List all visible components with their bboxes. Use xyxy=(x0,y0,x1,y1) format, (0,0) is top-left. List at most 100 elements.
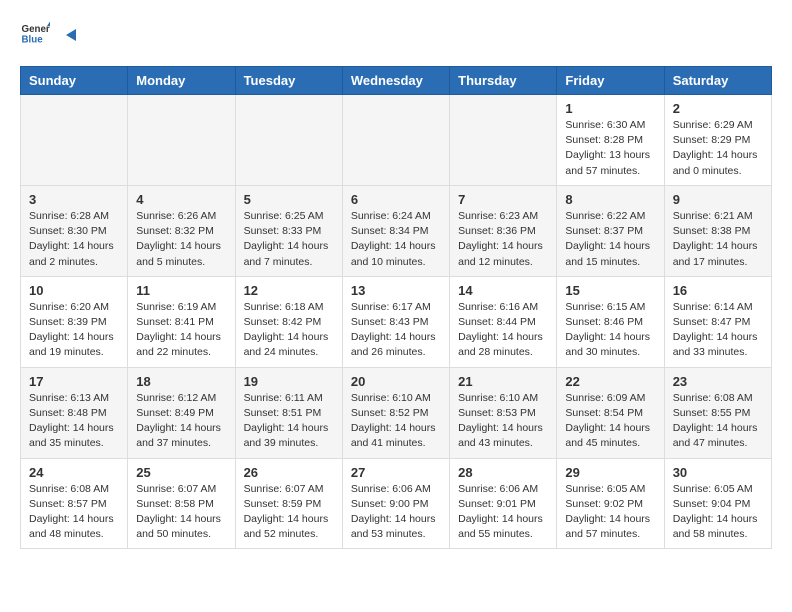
calendar-cell: 23 Sunrise: 6:08 AM Sunset: 8:55 PM Dayli… xyxy=(664,367,771,458)
calendar-cell: 6Sunrise: 6:24 AM Sunset: 8:34 PM Daylig… xyxy=(342,185,449,276)
day-number: 25 xyxy=(136,465,226,480)
day-number: 17 xyxy=(29,374,119,389)
day-info: Sunrise: 6:23 AM Sunset: 8:36 PM Dayligh… xyxy=(458,209,548,270)
logo: General Blue xyxy=(20,20,82,50)
day-info: Sunrise: 6:25 AM Sunset: 8:33 PM Dayligh… xyxy=(244,209,334,270)
calendar-cell: 22 Sunrise: 6:09 AM Sunset: 8:54 PM Dayli… xyxy=(557,367,664,458)
weekday-header-tuesday: Tuesday xyxy=(235,67,342,95)
day-info: Sunrise: 6:12 AM Sunset: 8:49 PM Dayligh… xyxy=(136,391,226,452)
day-info: Sunrise: 6:20 AM Sunset: 8:39 PM Dayligh… xyxy=(29,300,119,361)
day-number: 30 xyxy=(673,465,763,480)
calendar-cell xyxy=(235,95,342,186)
weekday-header-saturday: Saturday xyxy=(664,67,771,95)
day-number: 15 xyxy=(565,283,655,298)
day-number: 21 xyxy=(458,374,548,389)
day-info: Sunrise: 6:21 AM Sunset: 8:38 PM Dayligh… xyxy=(673,209,763,270)
calendar-cell: 17 Sunrise: 6:13 AM Sunset: 8:48 PM Dayli… xyxy=(21,367,128,458)
calendar-week-row: 17 Sunrise: 6:13 AM Sunset: 8:48 PM Dayli… xyxy=(21,367,772,458)
weekday-header-monday: Monday xyxy=(128,67,235,95)
day-info: Sunrise: 6:17 AM Sunset: 8:43 PM Dayligh… xyxy=(351,300,441,361)
day-info: Sunrise: 6:13 AM Sunset: 8:48 PM Dayligh… xyxy=(29,391,119,452)
calendar-cell: 9 Sunrise: 6:21 AM Sunset: 8:38 PM Daylig… xyxy=(664,185,771,276)
calendar-cell: 10 Sunrise: 6:20 AM Sunset: 8:39 PM Dayli… xyxy=(21,276,128,367)
day-info: Sunrise: 6:09 AM Sunset: 8:54 PM Dayligh… xyxy=(565,391,655,452)
day-number: 6 xyxy=(351,192,441,207)
day-number: 24 xyxy=(29,465,119,480)
day-info: Sunrise: 6:08 AM Sunset: 8:55 PM Dayligh… xyxy=(673,391,763,452)
calendar-cell: 19Sunrise: 6:11 AM Sunset: 8:51 PM Dayli… xyxy=(235,367,342,458)
day-info: Sunrise: 6:18 AM Sunset: 8:42 PM Dayligh… xyxy=(244,300,334,361)
calendar-week-row: 3 Sunrise: 6:28 AM Sunset: 8:30 PM Daylig… xyxy=(21,185,772,276)
day-number: 28 xyxy=(458,465,548,480)
calendar-cell: 18 Sunrise: 6:12 AM Sunset: 8:49 PM Dayli… xyxy=(128,367,235,458)
day-number: 27 xyxy=(351,465,441,480)
day-info: Sunrise: 6:26 AM Sunset: 8:32 PM Dayligh… xyxy=(136,209,226,270)
calendar-cell: 12 Sunrise: 6:18 AM Sunset: 8:42 PM Dayli… xyxy=(235,276,342,367)
calendar-cell: 20Sunrise: 6:10 AM Sunset: 8:52 PM Dayli… xyxy=(342,367,449,458)
day-number: 10 xyxy=(29,283,119,298)
calendar-cell xyxy=(128,95,235,186)
day-number: 18 xyxy=(136,374,226,389)
day-number: 23 xyxy=(673,374,763,389)
svg-text:General: General xyxy=(22,24,51,35)
weekday-header-thursday: Thursday xyxy=(450,67,557,95)
calendar-cell: 16 Sunrise: 6:14 AM Sunset: 8:47 PM Dayli… xyxy=(664,276,771,367)
day-info: Sunrise: 6:16 AM Sunset: 8:44 PM Dayligh… xyxy=(458,300,548,361)
day-info: Sunrise: 6:30 AM Sunset: 8:28 PM Dayligh… xyxy=(565,118,655,179)
calendar-week-row: 24Sunrise: 6:08 AM Sunset: 8:57 PM Dayli… xyxy=(21,458,772,549)
calendar-table: SundayMondayTuesdayWednesdayThursdayFrid… xyxy=(20,66,772,549)
day-number: 19 xyxy=(244,374,334,389)
weekday-header-wednesday: Wednesday xyxy=(342,67,449,95)
day-number: 9 xyxy=(673,192,763,207)
day-number: 11 xyxy=(136,283,226,298)
header-section: General Blue xyxy=(20,20,772,50)
calendar-cell: 27Sunrise: 6:06 AM Sunset: 9:00 PM Dayli… xyxy=(342,458,449,549)
calendar-cell: 13Sunrise: 6:17 AM Sunset: 8:43 PM Dayli… xyxy=(342,276,449,367)
weekday-header-friday: Friday xyxy=(557,67,664,95)
calendar-cell xyxy=(21,95,128,186)
day-info: Sunrise: 6:05 AM Sunset: 9:02 PM Dayligh… xyxy=(565,482,655,543)
day-number: 3 xyxy=(29,192,119,207)
day-info: Sunrise: 6:05 AM Sunset: 9:04 PM Dayligh… xyxy=(673,482,763,543)
logo-arrow-icon xyxy=(62,25,82,45)
day-info: Sunrise: 6:29 AM Sunset: 8:29 PM Dayligh… xyxy=(673,118,763,179)
day-number: 2 xyxy=(673,101,763,116)
day-number: 16 xyxy=(673,283,763,298)
calendar-cell: 28 Sunrise: 6:06 AM Sunset: 9:01 PM Dayli… xyxy=(450,458,557,549)
day-number: 29 xyxy=(565,465,655,480)
day-number: 12 xyxy=(244,283,334,298)
day-info: Sunrise: 6:22 AM Sunset: 8:37 PM Dayligh… xyxy=(565,209,655,270)
calendar-cell: 21 Sunrise: 6:10 AM Sunset: 8:53 PM Dayli… xyxy=(450,367,557,458)
calendar-cell: 29 Sunrise: 6:05 AM Sunset: 9:02 PM Dayli… xyxy=(557,458,664,549)
day-info: Sunrise: 6:07 AM Sunset: 8:59 PM Dayligh… xyxy=(244,482,334,543)
day-number: 22 xyxy=(565,374,655,389)
calendar-header-row: SundayMondayTuesdayWednesdayThursdayFrid… xyxy=(21,67,772,95)
calendar-cell: 3 Sunrise: 6:28 AM Sunset: 8:30 PM Daylig… xyxy=(21,185,128,276)
calendar-cell: 1 Sunrise: 6:30 AM Sunset: 8:28 PM Daylig… xyxy=(557,95,664,186)
svg-text:Blue: Blue xyxy=(22,35,44,46)
day-number: 1 xyxy=(565,101,655,116)
day-number: 7 xyxy=(458,192,548,207)
day-info: Sunrise: 6:28 AM Sunset: 8:30 PM Dayligh… xyxy=(29,209,119,270)
calendar-cell: 7 Sunrise: 6:23 AM Sunset: 8:36 PM Daylig… xyxy=(450,185,557,276)
calendar-week-row: 1 Sunrise: 6:30 AM Sunset: 8:28 PM Daylig… xyxy=(21,95,772,186)
day-number: 14 xyxy=(458,283,548,298)
calendar-cell: 11 Sunrise: 6:19 AM Sunset: 8:41 PM Dayli… xyxy=(128,276,235,367)
calendar-week-row: 10 Sunrise: 6:20 AM Sunset: 8:39 PM Dayli… xyxy=(21,276,772,367)
day-number: 4 xyxy=(136,192,226,207)
day-info: Sunrise: 6:14 AM Sunset: 8:47 PM Dayligh… xyxy=(673,300,763,361)
calendar-cell: 8Sunrise: 6:22 AM Sunset: 8:37 PM Daylig… xyxy=(557,185,664,276)
day-info: Sunrise: 6:06 AM Sunset: 9:01 PM Dayligh… xyxy=(458,482,548,543)
logo-icon: General Blue xyxy=(20,20,50,50)
calendar-cell: 24Sunrise: 6:08 AM Sunset: 8:57 PM Dayli… xyxy=(21,458,128,549)
calendar-cell: 4 Sunrise: 6:26 AM Sunset: 8:32 PM Daylig… xyxy=(128,185,235,276)
calendar-cell: 25Sunrise: 6:07 AM Sunset: 8:58 PM Dayli… xyxy=(128,458,235,549)
day-info: Sunrise: 6:15 AM Sunset: 8:46 PM Dayligh… xyxy=(565,300,655,361)
calendar-cell xyxy=(450,95,557,186)
calendar-cell: 14 Sunrise: 6:16 AM Sunset: 8:44 PM Dayli… xyxy=(450,276,557,367)
calendar-cell: 15 Sunrise: 6:15 AM Sunset: 8:46 PM Dayli… xyxy=(557,276,664,367)
calendar-cell: 30 Sunrise: 6:05 AM Sunset: 9:04 PM Dayli… xyxy=(664,458,771,549)
day-number: 5 xyxy=(244,192,334,207)
day-info: Sunrise: 6:19 AM Sunset: 8:41 PM Dayligh… xyxy=(136,300,226,361)
day-info: Sunrise: 6:10 AM Sunset: 8:53 PM Dayligh… xyxy=(458,391,548,452)
